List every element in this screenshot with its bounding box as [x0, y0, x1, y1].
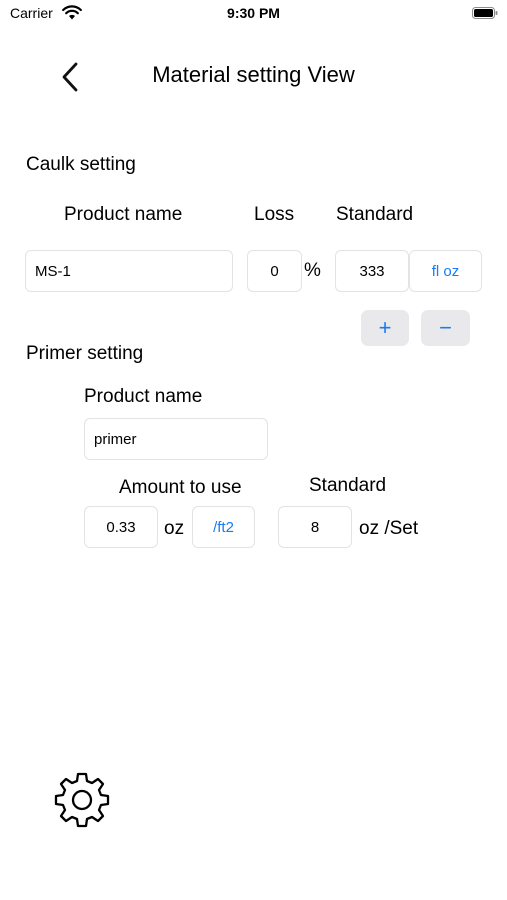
caulk-product-name-input[interactable]: MS-1	[25, 250, 233, 292]
minus-button[interactable]: −	[421, 310, 470, 346]
caulk-standard-label: Standard	[336, 204, 414, 225]
primer-section-title: Primer setting	[26, 343, 144, 364]
caulk-unit-button[interactable]: fl oz	[409, 250, 482, 292]
caulk-loss-unit: %	[304, 260, 321, 281]
primer-amount-label: Amount to use	[119, 477, 242, 498]
primer-standard-input[interactable]: 8	[278, 506, 352, 548]
primer-amount-input[interactable]: 0.33	[84, 506, 158, 548]
gear-icon[interactable]	[52, 770, 112, 830]
caulk-standard-input[interactable]: 333	[335, 250, 409, 292]
caulk-product-name-label: Product name	[64, 204, 183, 225]
primer-product-name-input[interactable]: primer	[84, 418, 268, 460]
caulk-loss-input[interactable]: 0	[247, 250, 302, 292]
caulk-section-title: Caulk setting	[26, 154, 136, 175]
primer-per-area-button[interactable]: /ft2	[192, 506, 255, 548]
primer-amount-unit: oz	[164, 518, 185, 539]
primer-product-name-label: Product name	[84, 386, 203, 407]
caulk-loss-label: Loss	[254, 204, 295, 225]
primer-standard-unit: oz /Set	[359, 518, 419, 539]
battery-icon	[472, 7, 498, 19]
plus-button[interactable]: +	[361, 310, 409, 346]
status-time: 9:30 PM	[227, 5, 280, 21]
primer-standard-label: Standard	[309, 475, 387, 496]
page-title: Material setting View	[152, 62, 355, 87]
